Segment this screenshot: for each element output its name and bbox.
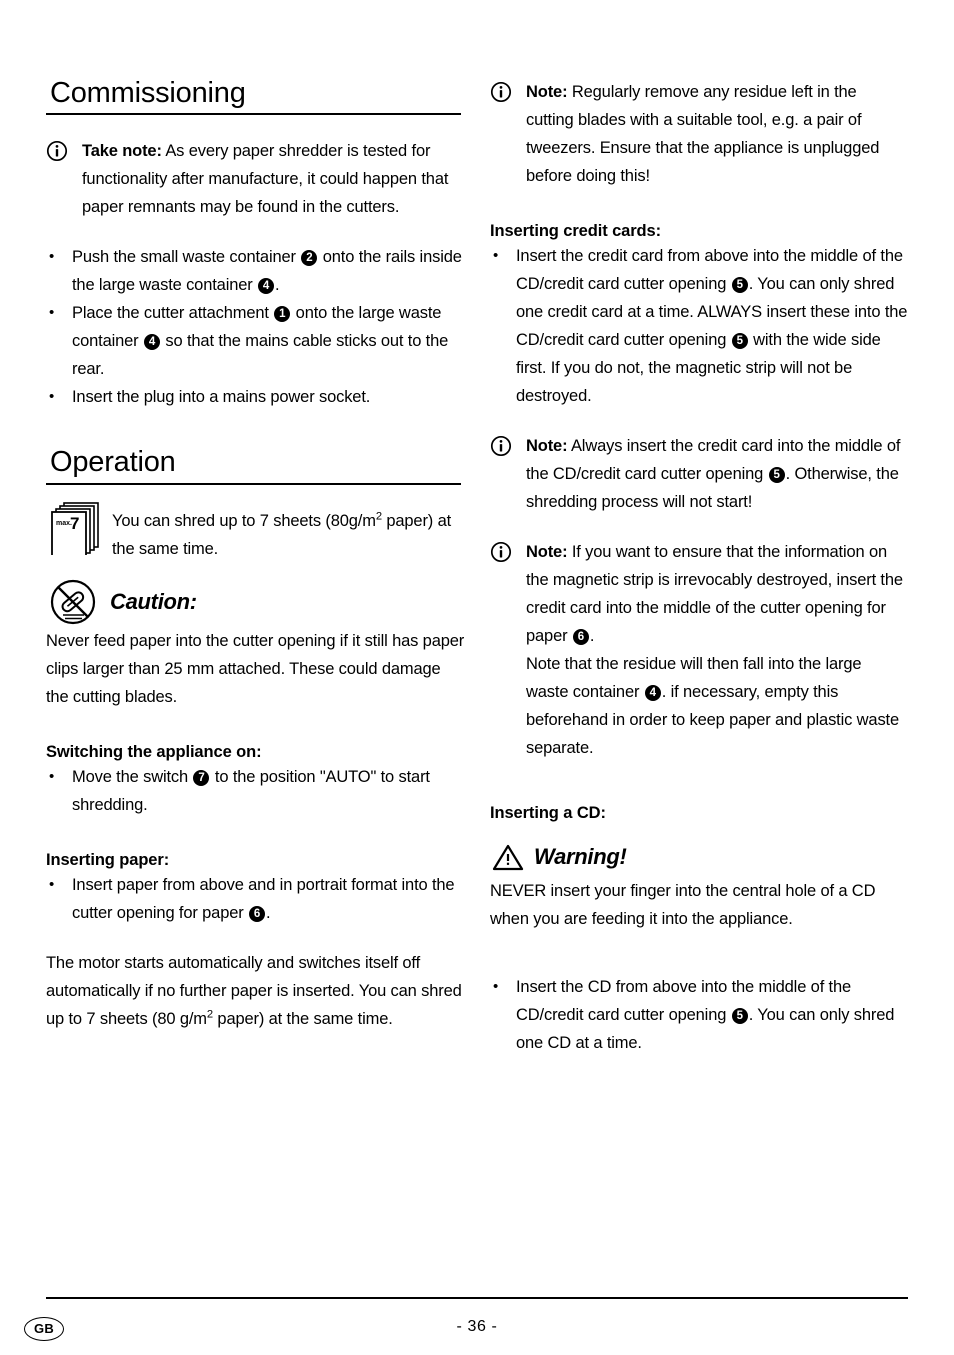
list-item: Insert the CD from above into the middle… <box>490 973 908 1057</box>
motor-paragraph: The motor starts automatically and switc… <box>46 949 466 1033</box>
ref-badge-1: 1 <box>274 306 291 323</box>
motor-part2: paper) at the same time. <box>212 1010 393 1029</box>
no-paperclip-icon <box>48 577 98 632</box>
list-item: Place the cutter attachment 1 onto the l… <box>46 299 466 383</box>
note-magnetic-label: Note: <box>526 543 568 562</box>
take-note-block: Take note: As every paper shredder is te… <box>46 137 466 221</box>
warning-heading-row: Warning! <box>490 837 908 877</box>
list-item: Insert the credit card from above into t… <box>490 242 908 410</box>
note-middle-label: Note: <box>526 437 568 456</box>
note-magnetic-text-a: If you want to ensure that the informati… <box>526 543 903 758</box>
list-item: Push the small waste container 2 onto th… <box>46 243 466 299</box>
info-icon <box>490 81 512 112</box>
capacity-text-part1: You can shred up to 7 sheets (80g/m <box>112 511 376 530</box>
setup-bullet-list: Push the small waste container 2 onto th… <box>46 243 466 411</box>
footer-divider <box>46 1297 908 1299</box>
note-middle-text: Always insert the credit card into the m… <box>526 437 901 512</box>
svg-text:7: 7 <box>70 514 79 533</box>
info-icon <box>490 541 512 572</box>
switching-on-list: Move the switch 7 to the position "AUTO"… <box>46 763 466 819</box>
capacity-note-text: You can shred up to 7 sheets (80g/m2 pap… <box>112 499 466 563</box>
ref-badge-7: 7 <box>193 770 210 787</box>
left-column: Commissioning Take note: As every paper … <box>46 78 466 1033</box>
residue-note-text: Regularly remove any residue left in the… <box>526 83 880 185</box>
page-title-operation: Operation <box>46 447 461 485</box>
ref-badge-6: 6 <box>249 906 266 923</box>
ref-badge-6: 6 <box>572 629 589 646</box>
heading-inserting-cd: Inserting a CD: <box>490 804 606 823</box>
info-icon <box>46 140 68 171</box>
caution-heading-row: Caution: <box>46 577 466 627</box>
ref-badge-2: 2 <box>301 250 318 267</box>
page-title-commissioning: Commissioning <box>46 78 461 116</box>
inserting-cd-list: Insert the CD from above into the middle… <box>490 973 908 1057</box>
page-number: - 36 - <box>456 1318 498 1335</box>
residue-note-label: Note: <box>526 83 568 101</box>
manual-page: Commissioning Take note: As every paper … <box>0 0 954 1355</box>
heading-switching-on: Switching the appliance on: <box>46 742 262 761</box>
caution-title: Caution: <box>110 588 197 614</box>
capacity-note-block: max. 7 You can shred up to 7 sheets (80g… <box>46 499 466 563</box>
right-column: Note: Regularly remove any residue left … <box>490 78 908 1057</box>
paper-stack-icon: max. 7 <box>48 499 104 560</box>
caution-text: Never feed paper into the cutter opening… <box>46 631 465 706</box>
warning-title: Warning! <box>534 843 627 869</box>
take-note-label: Take note: <box>82 142 162 161</box>
note-middle-block: Note: Always insert the credit card into… <box>490 432 908 516</box>
warning-triangle-icon <box>492 843 524 876</box>
warning-text: NEVER insert your finger into the centra… <box>490 881 876 928</box>
note-magnetic-block: Note: If you want to ensure that the inf… <box>490 538 908 762</box>
ref-badge-4: 4 <box>258 278 275 295</box>
ref-badge-5: 5 <box>768 467 785 484</box>
heading-inserting-credit-cards: Inserting credit cards: <box>490 222 661 240</box>
info-icon <box>490 435 512 466</box>
ref-badge-5: 5 <box>731 277 748 294</box>
list-item: Insert the plug into a mains power socke… <box>46 383 466 411</box>
list-item: Insert paper from above and in portrait … <box>46 871 466 927</box>
heading-inserting-paper: Inserting paper: <box>46 851 170 870</box>
inserting-paper-list: Insert paper from above and in portrait … <box>46 871 466 927</box>
ref-badge-4: 4 <box>143 334 160 351</box>
ref-badge-5: 5 <box>731 333 748 350</box>
ref-badge-5: 5 <box>731 1007 748 1024</box>
list-item: Move the switch 7 to the position "AUTO"… <box>46 763 466 819</box>
credit-card-list: Insert the credit card from above into t… <box>490 242 908 410</box>
ref-badge-4: 4 <box>644 685 661 702</box>
residue-note-block: Note: Regularly remove any residue left … <box>490 78 908 190</box>
